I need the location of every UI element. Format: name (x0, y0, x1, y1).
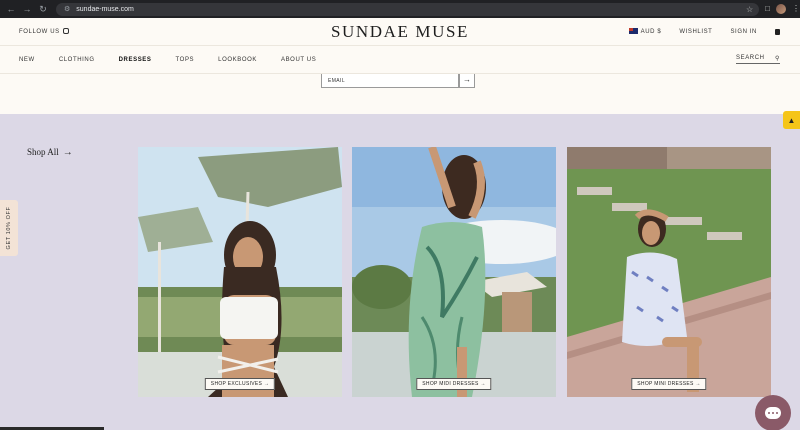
arrow-right-icon: → (62, 147, 73, 158)
back-icon[interactable]: ← (6, 4, 16, 15)
newsletter-section: EMAIL → (0, 74, 800, 114)
sign-in-link[interactable]: SIGN IN (730, 29, 757, 35)
nav-item-dresses[interactable]: DRESSES (119, 57, 152, 63)
discount-label: GET 10% OFF (6, 206, 12, 250)
shop-midi-dresses-button[interactable]: SHOP MIDI DRESSES → (416, 378, 492, 390)
search-icon: ⚲ (775, 56, 780, 62)
product-image (567, 147, 771, 397)
shop-midi-dresses-label: SHOP MIDI DRESSES (422, 381, 479, 387)
shopping-bag-icon[interactable] (775, 28, 780, 35)
extensions-icon[interactable]: □ (765, 4, 770, 14)
shop-exclusives-label: SHOP EXCLUSIVES (210, 381, 263, 387)
shop-all-label: Shop All (27, 147, 59, 157)
arrow-right-icon: → (263, 381, 270, 387)
currency-selector[interactable]: AUD $ (628, 28, 662, 35)
category-tile-midi-dresses[interactable]: SHOP MIDI DRESSES → (352, 147, 556, 397)
forward-icon[interactable]: → (22, 4, 32, 15)
product-image (138, 147, 342, 397)
email-field[interactable]: EMAIL (321, 74, 459, 88)
nav-item-new[interactable]: NEW (19, 57, 35, 63)
wishlist-link[interactable]: WISHLIST (679, 29, 712, 35)
browser-toolbar: ← → ↻ ⚙ sundae-muse.com ☆ □ ⋮ (0, 0, 800, 18)
product-image (352, 147, 556, 397)
address-bar[interactable]: ⚙ sundae-muse.com ☆ (56, 2, 760, 16)
search-label: SEARCH (736, 55, 765, 61)
chat-button[interactable] (755, 395, 791, 430)
profile-avatar[interactable] (776, 4, 786, 14)
email-submit-button[interactable]: → (459, 74, 475, 88)
nav-item-about-us[interactable]: ABOUT US (281, 57, 316, 63)
site-header: FOLLOW US SUNDAE MUSE AUD $ WISHLIST SIG… (0, 18, 800, 46)
arrow-right-icon: → (480, 381, 486, 387)
shop-exclusives-button[interactable]: SHOP EXCLUSIVES → (204, 378, 276, 390)
arrow-right-icon: → (695, 381, 701, 387)
nav-item-clothing[interactable]: CLOTHING (59, 57, 95, 63)
arrow-right-icon: → (463, 75, 471, 84)
chat-bubble-icon (765, 407, 781, 419)
currency-label: AUD $ (640, 29, 662, 35)
reviews-badge-icon[interactable]: ▲ (783, 111, 800, 129)
reload-icon[interactable]: ↻ (38, 4, 48, 15)
main-navigation: NEW CLOTHING DRESSES TOPS LOOKBOOK ABOUT… (0, 46, 800, 74)
shop-all-link[interactable]: Shop All → (27, 147, 73, 158)
bookmark-star-icon[interactable]: ☆ (746, 5, 753, 14)
shop-mini-dresses-button[interactable]: SHOP MINI DRESSES → (631, 378, 707, 390)
australia-flag-icon (628, 28, 638, 34)
nav-item-tops[interactable]: TOPS (176, 57, 195, 63)
site-info-icon[interactable]: ⚙ (64, 5, 70, 13)
category-tile-mini-dresses[interactable]: SHOP MINI DRESSES → (567, 147, 771, 397)
category-tile-exclusives[interactable]: SHOP EXCLUSIVES → (138, 147, 342, 397)
browser-menu-icon[interactable]: ⋮ (792, 4, 800, 14)
search-input[interactable]: SEARCH ⚲ (736, 55, 780, 64)
nav-item-lookbook[interactable]: LOOKBOOK (218, 57, 257, 63)
shop-mini-dresses-label: SHOP MINI DRESSES (637, 381, 694, 387)
discount-side-tab[interactable]: GET 10% OFF (0, 200, 18, 256)
url-text: sundae-muse.com (76, 5, 134, 13)
